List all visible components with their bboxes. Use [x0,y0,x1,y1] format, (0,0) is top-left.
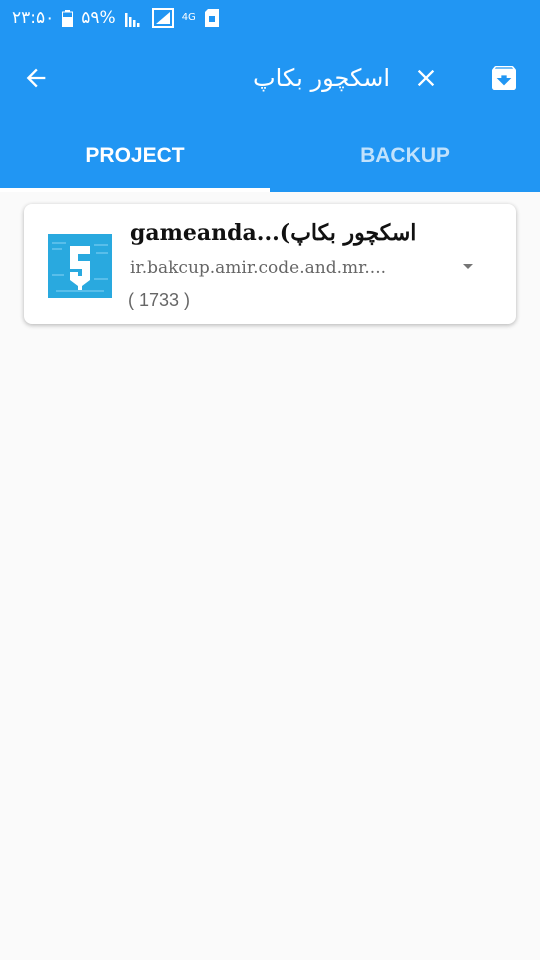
battery-percent: ۵۹% [81,8,116,28]
status-time: ۲۳:۵۰ [12,8,55,28]
arrow-drop-down-icon[interactable] [452,250,484,282]
battery-icon [62,9,74,27]
tab-backup[interactable]: BACKUP [270,120,540,192]
project-count: ( 1733 ) [128,290,191,310]
arrow-back-icon[interactable] [18,60,54,96]
tab-project[interactable]: PROJECT [0,120,270,192]
list-item[interactable]: gameanda...(اسکچور بکاپ ir.bakcup.amir.c… [24,204,516,324]
network-type-icon: 4G [181,12,196,23]
project-package: ir.bakcup.amir.code.and.mr.... [130,258,386,278]
no-signal-sim-icon [151,8,174,28]
project-title: gameanda...(اسکچور بکاپ [130,220,417,246]
status-bar: ۲۳:۵۰ ۵۹% 4G [0,0,540,36]
tab-project-label: PROJECT [85,144,185,167]
sketchware-app-icon [48,234,112,298]
app-bar: اسکچور بکاپ [0,36,540,120]
signal-icon [124,9,144,27]
tab-backup-label: BACKUP [360,144,450,167]
archive-download-icon[interactable] [484,58,524,98]
sd-card-icon [204,9,220,27]
close-icon[interactable] [408,60,444,96]
search-input[interactable]: اسکچور بکاپ [150,58,390,98]
tab-bar: PROJECT BACKUP [0,120,540,192]
